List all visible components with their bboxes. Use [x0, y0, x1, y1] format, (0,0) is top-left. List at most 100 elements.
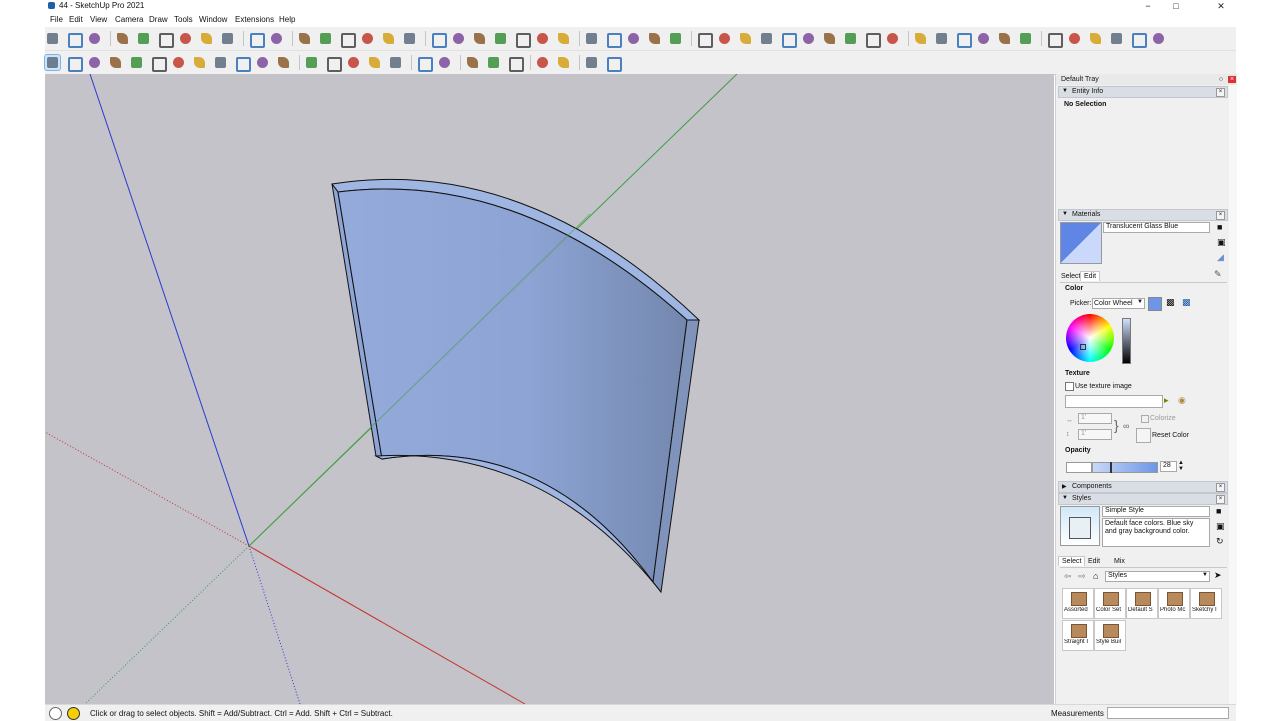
section-plane-icon[interactable]: [465, 55, 480, 70]
style-thumb[interactable]: Default S: [1126, 588, 1158, 619]
menu-window[interactable]: Window: [199, 15, 227, 24]
sandbox-icon[interactable]: [556, 55, 571, 70]
styles-tab-edit[interactable]: Edit: [1085, 557, 1103, 566]
sample-paint-icon[interactable]: ✎: [1214, 269, 1222, 280]
style-thumbnail[interactable]: [1060, 506, 1100, 546]
move-icon[interactable]: [192, 55, 207, 70]
panel-close-icon[interactable]: ×: [1216, 211, 1225, 220]
print-icon[interactable]: [248, 31, 265, 48]
zoom-icon[interactable]: [346, 55, 361, 70]
style-thumb[interactable]: Sketchy I: [1190, 588, 1222, 619]
model-info-icon[interactable]: [269, 31, 284, 46]
wireframe-icon[interactable]: [472, 31, 487, 46]
use-texture-checkbox[interactable]: [1065, 382, 1074, 391]
minimize-button[interactable]: −: [1136, 0, 1160, 13]
share-model-icon[interactable]: [605, 31, 622, 48]
match-color-screen-icon[interactable]: ▩: [1182, 297, 1191, 308]
browse-texture-icon[interactable]: ▸: [1164, 395, 1169, 406]
instructor-icon[interactable]: [67, 707, 80, 720]
style-thumb[interactable]: Photo Mc: [1158, 588, 1190, 619]
save-icon[interactable]: [87, 31, 102, 46]
select-icon[interactable]: [44, 54, 61, 71]
materials-tab-edit[interactable]: Edit: [1080, 271, 1101, 281]
curved-glass-panel[interactable]: [248, 178, 701, 594]
rectangle-icon[interactable]: [738, 31, 753, 46]
chain-lock-icon[interactable]: ∞: [1123, 421, 1129, 431]
colorize-checkbox[interactable]: [1141, 415, 1149, 423]
tape-measure-icon[interactable]: [255, 55, 270, 70]
erase-icon[interactable]: [178, 31, 193, 46]
styles-tab-mix[interactable]: Mix: [1111, 557, 1128, 566]
polygon-icon[interactable]: [801, 31, 816, 46]
left-view-icon[interactable]: [402, 31, 417, 46]
walk-icon[interactable]: [416, 55, 433, 72]
right-view-icon[interactable]: [360, 31, 375, 46]
scene-canvas[interactable]: [45, 74, 1054, 704]
color-wheel[interactable]: [1066, 314, 1114, 362]
menu-file[interactable]: File: [50, 15, 63, 24]
two-point-arc-icon[interactable]: [843, 31, 858, 46]
eraser-icon[interactable]: [66, 55, 83, 72]
rotated-rectangle-icon[interactable]: [759, 31, 774, 46]
look-around-icon[interactable]: [437, 55, 452, 70]
close-button[interactable]: ✕: [1209, 0, 1233, 13]
protractor-icon[interactable]: [1088, 31, 1103, 46]
restore-button[interactable]: □: [1164, 0, 1188, 13]
display-section-icon[interactable]: [486, 55, 501, 70]
default-material-icon[interactable]: ◢: [1217, 252, 1224, 263]
tray-scrollbar[interactable]: [1229, 85, 1237, 704]
back-icon[interactable]: ⇦: [1064, 571, 1072, 582]
top-view-icon[interactable]: [318, 31, 333, 46]
open-icon[interactable]: [66, 31, 83, 48]
pie-icon[interactable]: [885, 31, 900, 46]
style-thumb[interactable]: Straight I: [1062, 620, 1094, 651]
hidden-line-icon[interactable]: [493, 31, 508, 46]
3d-text-icon[interactable]: [1151, 31, 1166, 46]
redo-icon[interactable]: [220, 31, 235, 46]
display-secondary-icon[interactable]: ■: [1217, 222, 1222, 232]
circle-icon[interactable]: [780, 31, 797, 48]
close-tray-icon[interactable]: ×: [1228, 76, 1236, 83]
push-pull-icon[interactable]: [150, 55, 167, 72]
line-icon[interactable]: [696, 31, 713, 48]
pan-icon[interactable]: [325, 55, 342, 72]
new-icon[interactable]: [45, 31, 60, 46]
edit-texture-icon[interactable]: ◉: [1178, 395, 1186, 406]
opacity-spinner-icon[interactable]: ▲ ▼: [1178, 460, 1184, 472]
reset-color-swatch[interactable]: [1136, 428, 1151, 443]
pin-icon[interactable]: ○: [1217, 76, 1225, 83]
warehouse-icon[interactable]: [584, 31, 599, 46]
menu-draw[interactable]: Draw: [149, 15, 168, 24]
move-icon[interactable]: [913, 31, 928, 46]
display-secondary-icon[interactable]: ■: [1216, 506, 1221, 516]
color-wheel-marker[interactable]: [1080, 344, 1086, 350]
brightness-slider[interactable]: [1122, 318, 1131, 364]
details-arrow-icon[interactable]: ➤: [1214, 570, 1222, 581]
arc-icon[interactable]: [108, 55, 123, 70]
undo-icon[interactable]: [199, 31, 214, 46]
create-material-icon[interactable]: ▣: [1217, 237, 1226, 248]
style-thumb[interactable]: Style Buil: [1094, 620, 1126, 651]
entity-info-header[interactable]: ▼ Entity Info ×: [1058, 86, 1228, 98]
opacity-slider-handle[interactable]: [1110, 462, 1112, 473]
textured-icon[interactable]: [535, 31, 550, 46]
shape-icon[interactable]: [129, 55, 144, 70]
texture-path-field[interactable]: [1065, 395, 1163, 408]
sandbox-smoove-icon[interactable]: [584, 55, 599, 70]
scale-icon[interactable]: [997, 31, 1012, 46]
style-thumb[interactable]: Color Set: [1094, 588, 1126, 619]
menu-extensions[interactable]: Extensions: [235, 15, 274, 24]
zoom-extents-icon[interactable]: [367, 55, 382, 70]
opacity-slider[interactable]: [1092, 462, 1158, 473]
geo-location-icon[interactable]: [49, 707, 62, 720]
orbit-icon[interactable]: [304, 55, 319, 70]
paste-icon[interactable]: [157, 31, 174, 48]
tape-measure-icon[interactable]: [1046, 31, 1063, 48]
follow-me-icon[interactable]: [976, 31, 991, 46]
components-header[interactable]: ▶ Components ×: [1058, 481, 1228, 493]
styles-tab-select[interactable]: Select: [1058, 556, 1086, 566]
update-style-icon[interactable]: ↻: [1216, 536, 1224, 547]
create-style-icon[interactable]: ▣: [1216, 521, 1225, 532]
dimension-icon[interactable]: [1067, 31, 1082, 46]
shaded-icon[interactable]: [514, 31, 531, 48]
